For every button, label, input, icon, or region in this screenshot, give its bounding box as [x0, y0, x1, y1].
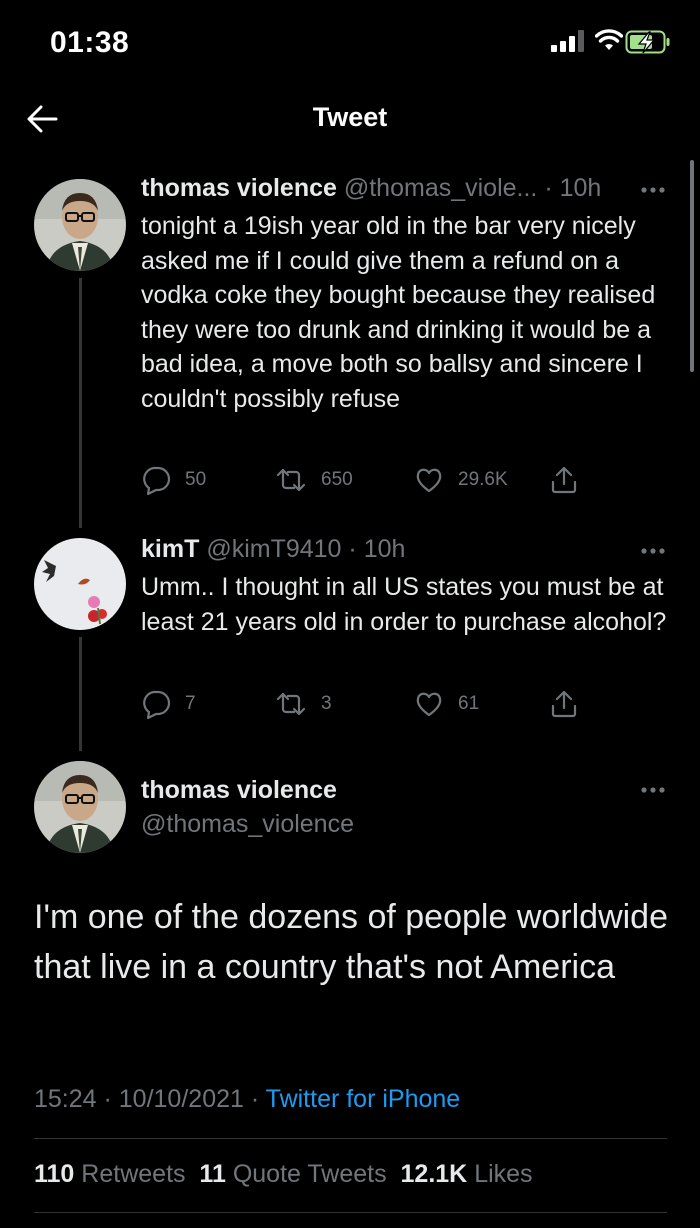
like-icon: [416, 468, 442, 493]
main-tweet-stats: 110 Retweets 11 Quote Tweets 12.1K Likes: [34, 1160, 533, 1189]
divider: [34, 1212, 667, 1213]
avatar-thomas-violence[interactable]: [34, 761, 126, 853]
main-tweet-timestamp: 15:24 · 10/10/2021 ·: [34, 1085, 260, 1113]
tweet1-actions: 50 650 29.6K: [141, 465, 601, 495]
tweet1-text: tonight a 19ish year old in the bar very…: [141, 212, 656, 413]
tweet1-time: · 10h: [544, 174, 602, 202]
tweet1-retweet-count: 650: [321, 469, 353, 490]
main-tweet-timestamp-row: 15:24 · 10/10/2021 · Twitter for iPhone: [34, 1085, 460, 1114]
main-tweet-text: I'm one of the dozens of people worldwid…: [34, 898, 668, 986]
main-tweet-author-name[interactable]: thomas violence: [141, 776, 337, 805]
tweet1-like-count: 29.6K: [458, 469, 508, 490]
main-tweet-handle[interactable]: @thomas_violence: [141, 810, 354, 839]
thread-line: [79, 278, 82, 528]
battery-charging-icon: [625, 30, 670, 54]
tweet2-text: Umm.. I thought in all US states you mus…: [141, 573, 667, 636]
tweet2-like-count: 61: [458, 693, 480, 714]
signal-icon: [551, 30, 584, 52]
reply-icon: [143, 466, 171, 495]
tweet2-author-name[interactable]: kimT: [141, 535, 199, 563]
tweet2-reply-count: 7: [185, 693, 196, 714]
main-tweet-source-link[interactable]: Twitter for iPhone: [266, 1085, 461, 1113]
scrollbar[interactable]: [690, 160, 694, 372]
tweet1-author-name[interactable]: thomas violence: [141, 174, 337, 202]
tweet1-handle[interactable]: @thomas_viole...: [344, 174, 538, 202]
share-icon: [551, 466, 577, 494]
retweet-icon: [276, 468, 306, 492]
more-icon[interactable]: [640, 547, 666, 555]
likes-stat[interactable]: 12.1K Likes: [401, 1160, 533, 1188]
tweet2-actions: 7 3 61: [141, 689, 601, 719]
tweet1-header: thomas violence @thomas_viole... · 10h: [141, 174, 601, 203]
more-icon[interactable]: [640, 186, 666, 194]
tweet1-share-button[interactable]: [549, 465, 593, 495]
tweet2-share-button[interactable]: [549, 689, 593, 719]
tweet1-retweet-button[interactable]: 650: [275, 465, 353, 495]
tweet2-header: kimT @kimT9410 · 10h: [141, 535, 405, 564]
more-icon[interactable]: [640, 786, 666, 794]
wifi-icon: [595, 29, 623, 50]
divider: [34, 1138, 667, 1139]
tweet1-reply-count: 50: [185, 469, 207, 490]
status-time: 01:38: [50, 26, 130, 59]
avatar-kimt[interactable]: [34, 538, 126, 630]
thread-line: [79, 637, 82, 751]
tweet2-like-button[interactable]: 61: [414, 689, 479, 719]
avatar-thomas-violence[interactable]: [34, 179, 126, 271]
page-title: Tweet: [312, 102, 388, 132]
like-icon: [416, 692, 442, 717]
tweet2-retweet-button[interactable]: 3: [275, 689, 332, 719]
tweet1-like-button[interactable]: 29.6K: [414, 465, 508, 495]
reply-icon: [143, 690, 171, 719]
tweet2-reply-button[interactable]: 7: [141, 689, 196, 719]
tweet1-reply-button[interactable]: 50: [141, 465, 206, 495]
tweet2-handle[interactable]: @kimT9410: [206, 535, 341, 563]
share-icon: [551, 690, 577, 718]
retweet-icon: [276, 692, 306, 716]
retweets-stat[interactable]: 110 Retweets: [34, 1160, 186, 1188]
tweet2-time: · 10h: [348, 535, 406, 563]
tweet2-retweet-count: 3: [321, 693, 332, 714]
quote-tweets-stat[interactable]: 11 Quote Tweets: [199, 1160, 386, 1188]
